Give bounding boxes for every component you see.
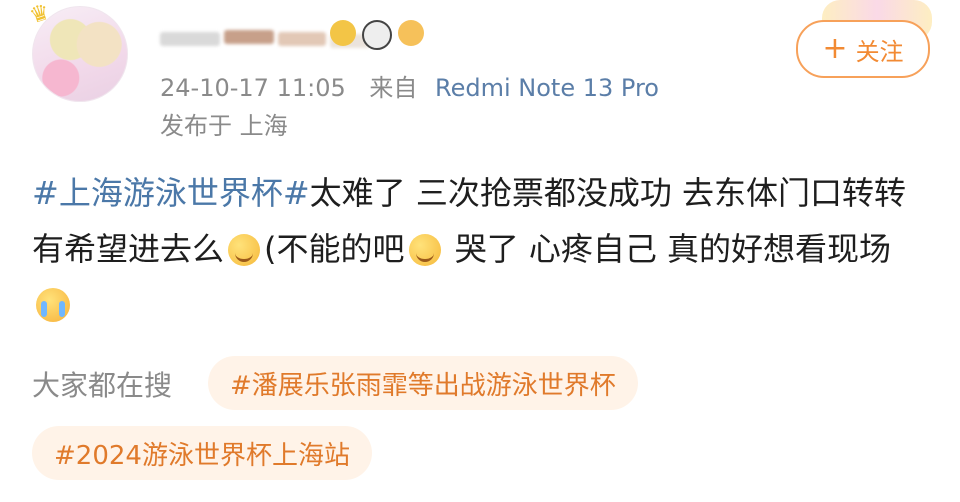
melting-face-icon xyxy=(408,234,441,266)
trending-tag[interactable]: #2024游泳世界杯上海站 xyxy=(32,426,372,480)
topic-link[interactable]: #上海游泳世界杯# xyxy=(32,174,310,212)
plus-icon: + xyxy=(822,31,848,66)
follow-button[interactable]: + 关注 xyxy=(796,20,930,78)
source-label: 来自 xyxy=(369,74,418,102)
post-meta: 24-10-17 11:05 来自 Redmi Note 13 Pro xyxy=(160,68,659,103)
device-link[interactable]: Redmi Note 13 Pro xyxy=(435,74,659,102)
post-text-2: (不能的吧 xyxy=(264,230,405,268)
vip-badge-icon xyxy=(330,20,356,46)
post-text-3: 哭了 心疼自己 真的好想看现场 xyxy=(444,230,892,268)
trending-tag[interactable]: #潘展乐张雨霏等出战游泳世界杯 xyxy=(208,356,638,410)
melting-face-icon xyxy=(228,234,261,266)
post-location: 发布于 上海 xyxy=(160,112,288,140)
post-content: #上海游泳世界杯#太难了 三次抢票都没成功 去东体门口转转有希望进去么 (不能的吧… xyxy=(32,165,922,333)
crying-face-icon xyxy=(36,288,70,322)
smile-icon xyxy=(398,20,424,46)
follow-label: 关注 xyxy=(855,37,904,66)
trending-label: 大家都在搜 xyxy=(32,369,173,402)
panda-icon xyxy=(362,20,392,50)
post-time: 24-10-17 11:05 xyxy=(160,74,346,102)
user-badges xyxy=(330,20,424,50)
